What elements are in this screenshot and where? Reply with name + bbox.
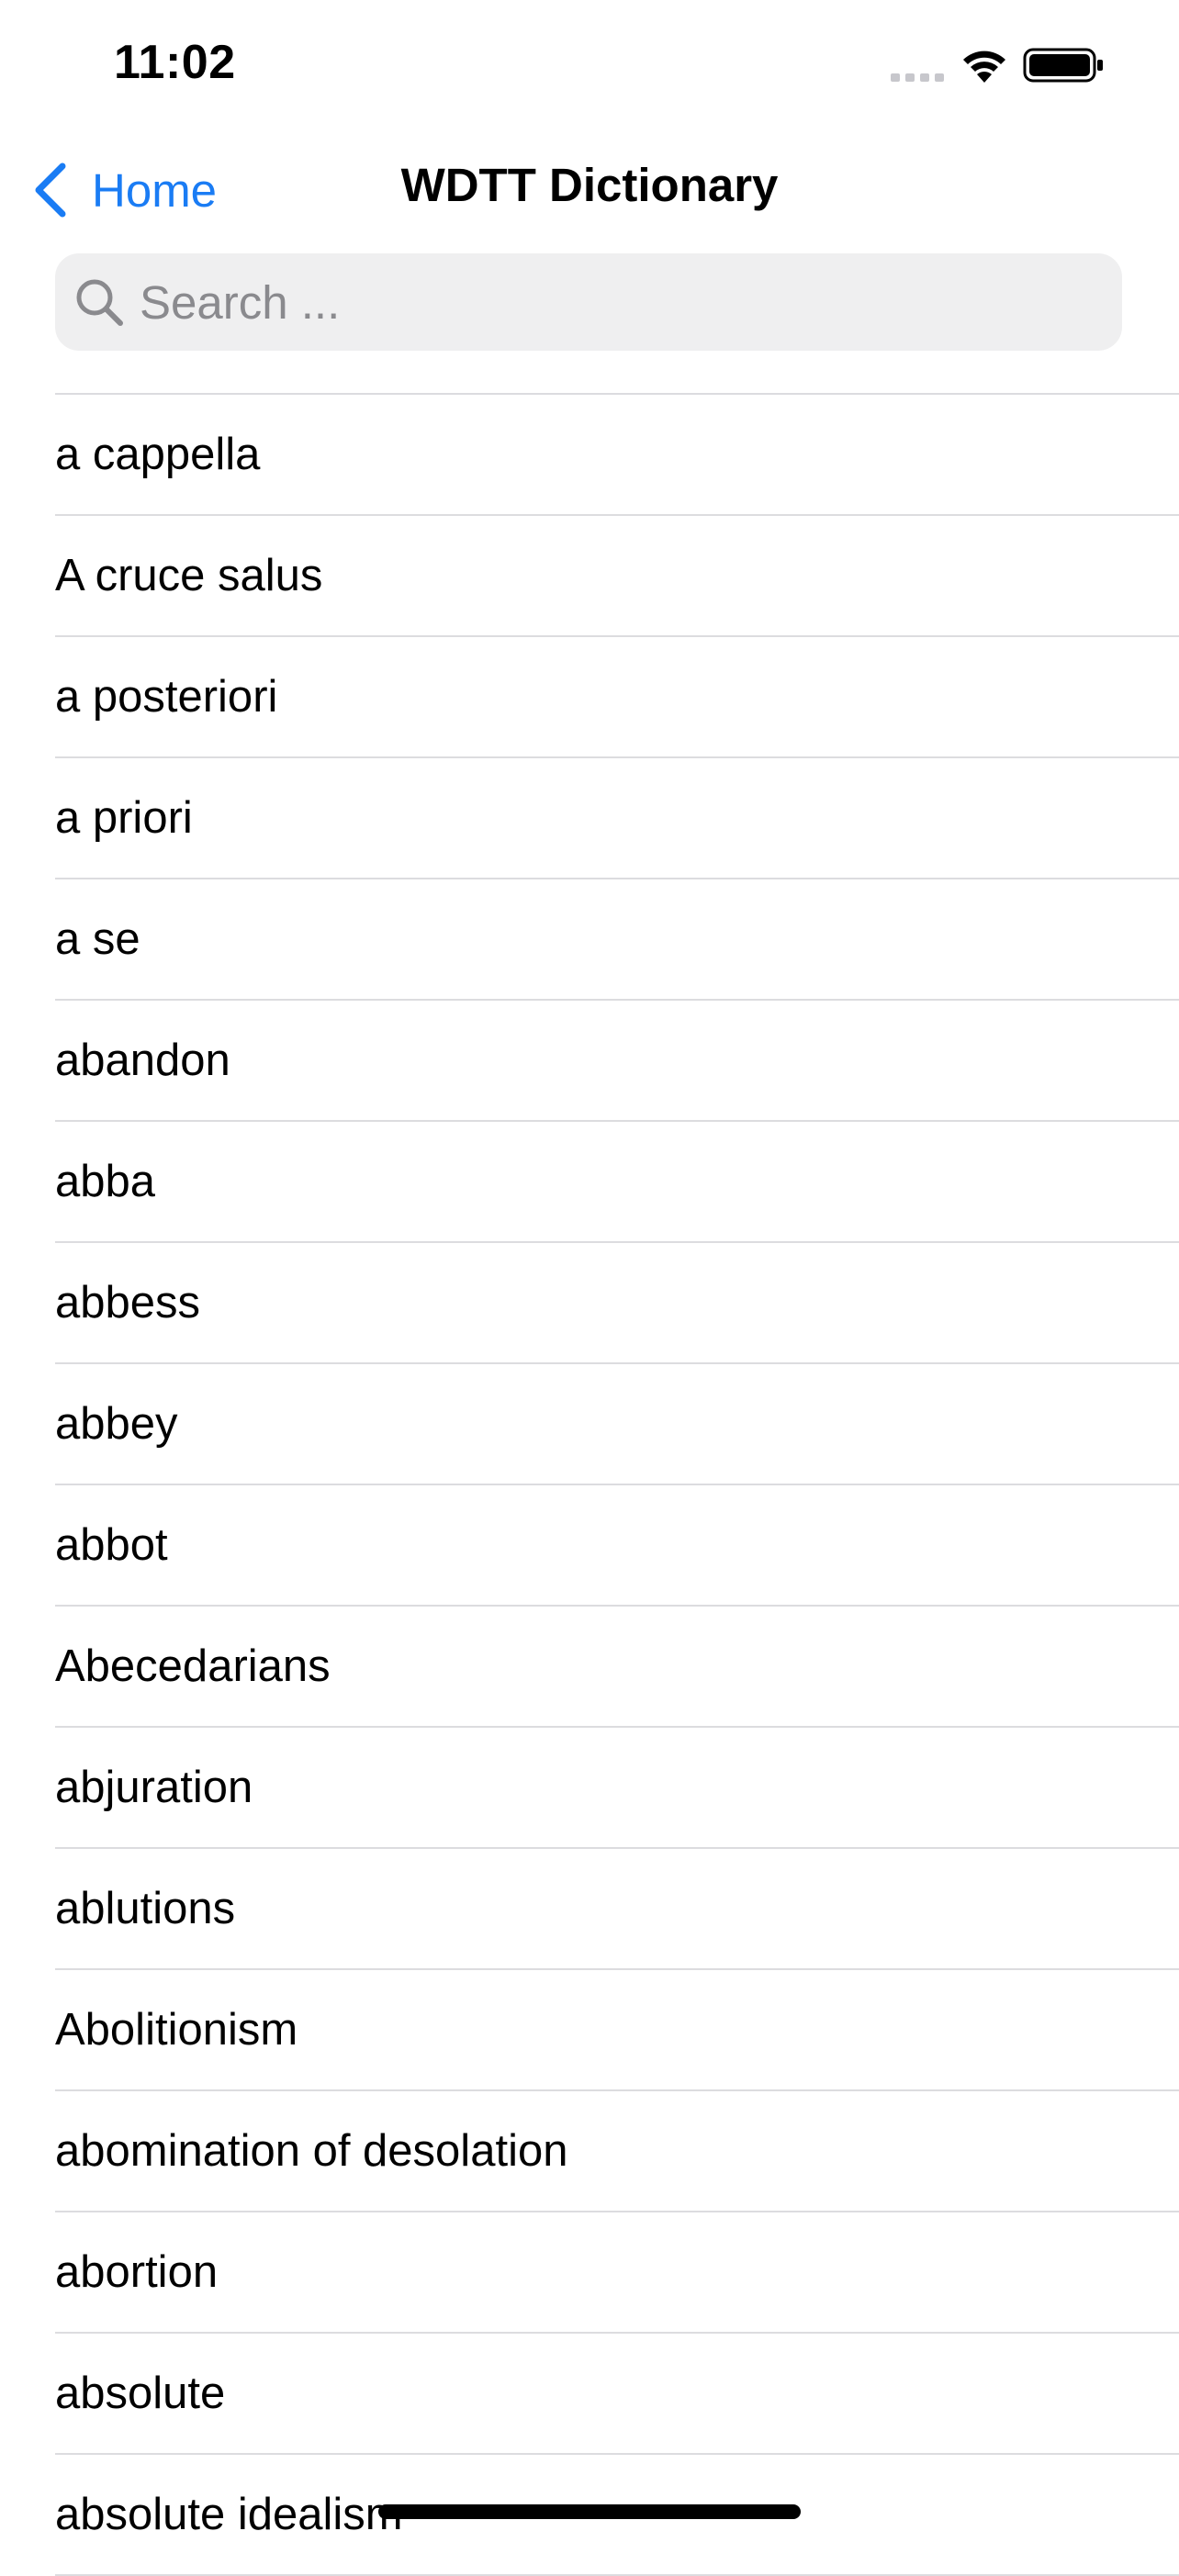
list-item[interactable]: Abolitionism	[55, 1970, 1179, 2091]
term-label: abbess	[55, 1278, 201, 1327]
list-item[interactable]: abba	[55, 1122, 1179, 1243]
navigation-bar: Home WDTT Dictionary	[0, 138, 1179, 242]
list-item[interactable]: abandon	[55, 1001, 1179, 1122]
list-item[interactable]: A cruce salus	[55, 516, 1179, 637]
status-bar: 11:02	[0, 0, 1179, 119]
search-bar[interactable]	[55, 253, 1122, 351]
list-item[interactable]: absolute	[55, 2334, 1179, 2455]
battery-icon	[1023, 48, 1103, 83]
list-item[interactable]: abortion	[55, 2212, 1179, 2334]
term-label: absolute	[55, 2369, 226, 2418]
term-label: Abecedarians	[55, 1641, 331, 1691]
list-item[interactable]: abbey	[55, 1364, 1179, 1485]
term-label: absolute idealism	[55, 2490, 403, 2539]
term-label: abortion	[55, 2247, 219, 2297]
search-input[interactable]	[140, 274, 1095, 330]
term-label: a se	[55, 914, 140, 964]
term-list: a cappella A cruce salus a posteriori a pri…	[55, 393, 1179, 2576]
term-label: abbot	[55, 1520, 168, 1570]
term-label: A cruce salus	[55, 551, 323, 600]
list-item[interactable]: Abecedarians	[55, 1607, 1179, 1728]
term-label: a priori	[55, 793, 193, 843]
term-label: abbey	[55, 1399, 178, 1449]
list-item[interactable]: a posteriori	[55, 637, 1179, 758]
term-label: abomination of desolation	[55, 2126, 568, 2176]
list-item[interactable]: a priori	[55, 758, 1179, 879]
list-item[interactable]: abomination of desolation	[55, 2091, 1179, 2212]
term-label: ablutions	[55, 1884, 236, 1933]
page-title: WDTT Dictionary	[400, 159, 779, 211]
term-label: a cappella	[55, 430, 261, 479]
list-item[interactable]: a cappella	[55, 395, 1179, 516]
cellular-signal-icon	[891, 73, 944, 82]
list-item[interactable]: ablutions	[55, 1849, 1179, 1970]
term-label: abjuration	[55, 1763, 253, 1812]
term-label: abandon	[55, 1036, 230, 1085]
list-item[interactable]: abjuration	[55, 1728, 1179, 1849]
list-item[interactable]: a se	[55, 879, 1179, 1001]
term-label: Abolitionism	[55, 2005, 298, 2055]
status-time: 11:02	[114, 36, 236, 89]
wifi-icon	[963, 50, 1005, 83]
search-icon	[76, 279, 123, 326]
term-label: abba	[55, 1157, 156, 1206]
list-item[interactable]: abbess	[55, 1243, 1179, 1364]
home-indicator	[378, 2504, 801, 2519]
list-item[interactable]: abbot	[55, 1485, 1179, 1607]
term-label: a posteriori	[55, 672, 278, 722]
